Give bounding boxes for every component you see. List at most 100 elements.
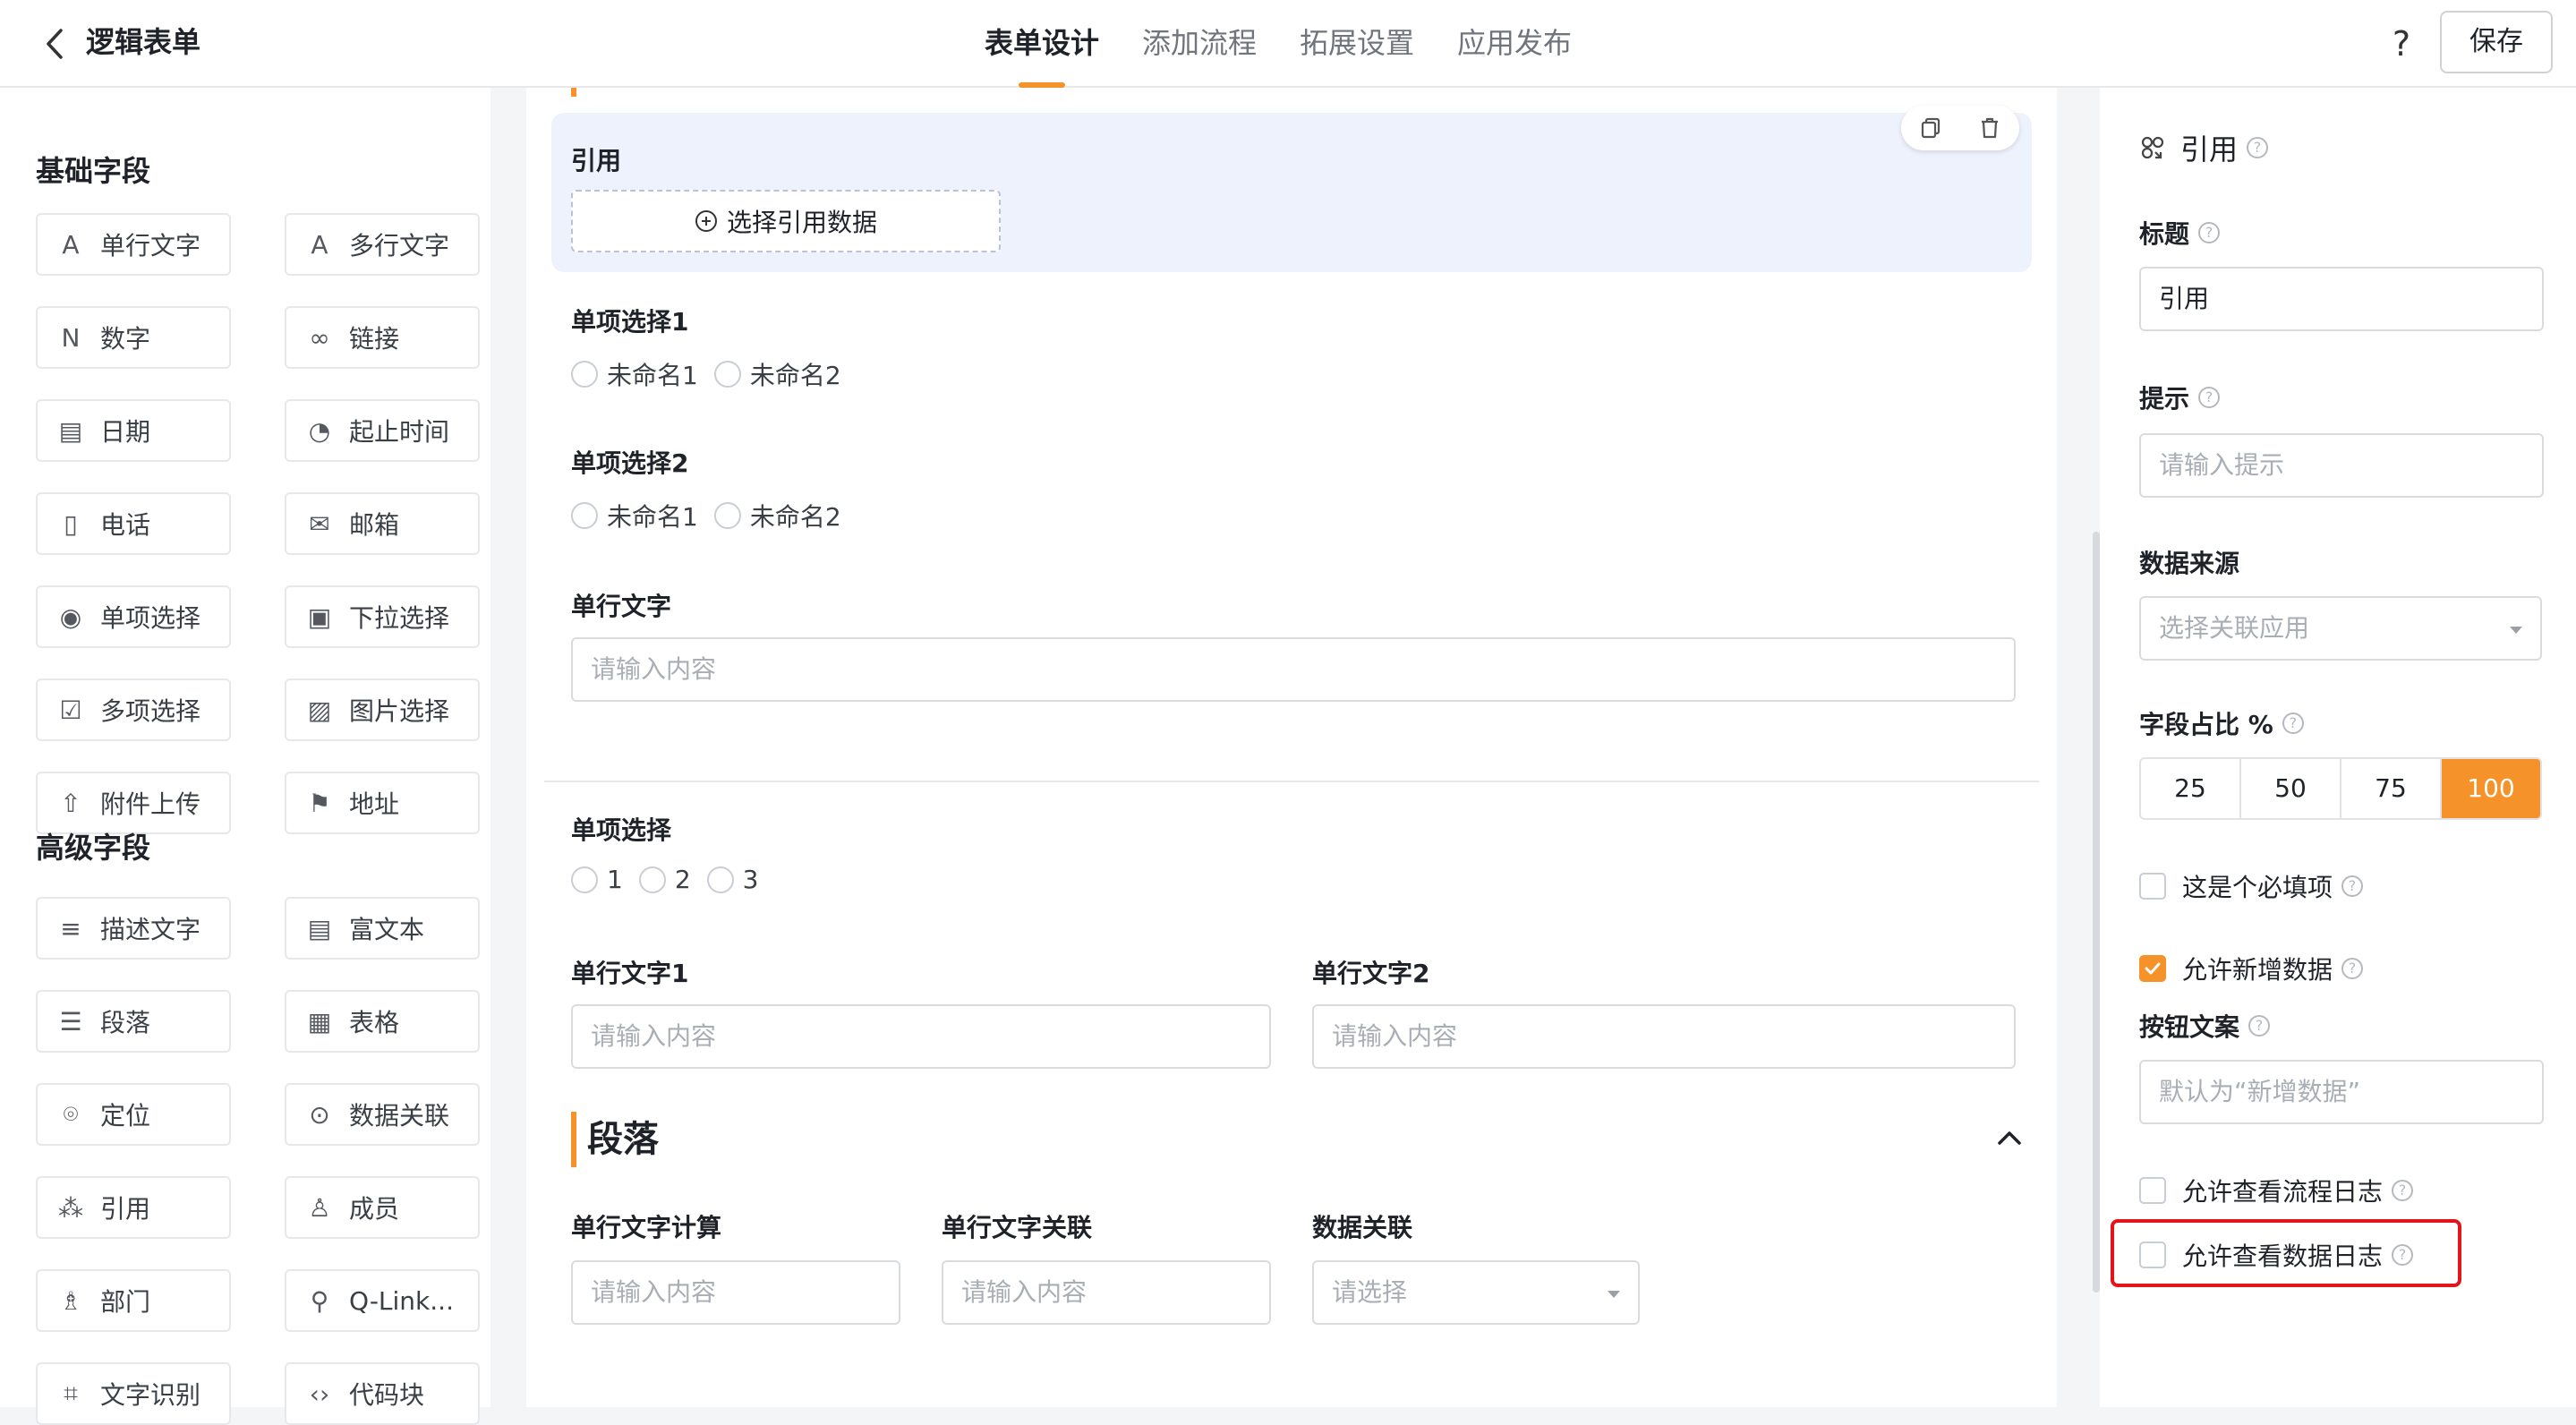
field-button-qlink[interactable]: ⚲ Q-Link... [285,1269,480,1332]
field-button-label: 单行文字 [100,231,201,260]
ratio-segmented-control: 25 50 75 100 [2139,757,2542,820]
radio-button[interactable] [706,866,734,893]
field-button-label: Q-Link... [349,1285,454,1316]
canvas-scrollbar[interactable] [2093,532,2100,1293]
field-button-label: 表格 [349,1008,400,1037]
field-button-time-range[interactable]: ◔ 起止时间 [285,399,480,462]
field-button-text-line[interactable]: A 单行文字 [36,213,231,276]
source-prop-label: 数据来源 [2139,549,2240,578]
ratio-option-75[interactable]: 75 [2341,759,2442,818]
flow-log-checkbox-row[interactable]: 允许查看流程日志 ? [2139,1173,2414,1208]
advanced-fields-title: 高级字段 [36,831,151,865]
ratio-option-100[interactable]: 100 [2442,759,2540,818]
delete-icon[interactable] [1978,116,2001,140]
required-label: 这是个必填项 [2182,873,2333,902]
radio-option-label: 未命名2 [749,361,841,390]
flow-log-checkbox[interactable] [2139,1177,2166,1204]
help-icon[interactable]: ? [2379,21,2424,66]
paragraph-title: 段落 [587,1119,659,1160]
save-button[interactable]: 保存 [2440,11,2553,73]
description-icon: ≡ [60,913,81,943]
field-button-number[interactable]: N 数字 [36,306,231,369]
field-button-department[interactable]: ♗ 部门 [36,1269,231,1332]
field-button-radio[interactable]: ◉ 单项选择 [36,585,231,648]
radio3-group: 1 2 3 [571,865,774,894]
tab-add-flow[interactable]: 添加流程 [1142,0,1257,88]
reference-label: 引用 [571,146,622,175]
tab-extend-settings[interactable]: 拓展设置 [1300,0,1414,88]
assoc-input[interactable]: 请输入内容 [942,1260,1271,1325]
source-select[interactable]: 选择关联应用 [2139,596,2542,661]
text1-input[interactable]: 请输入内容 [571,1004,1271,1069]
tab-publish[interactable]: 应用发布 [1457,0,1572,88]
datalink-select[interactable]: 请选择 [1312,1260,1640,1325]
location-icon: ⌾ [63,1099,79,1129]
tab-form-design[interactable]: 表单设计 [985,0,1099,88]
text1-label: 单行文字1 [571,959,689,988]
flow-log-label: 允许查看流程日志 [2182,1177,2384,1207]
caret-down-icon [1608,1291,1620,1298]
section-marker [571,88,576,97]
radio-button[interactable] [713,502,741,529]
allow-add-checkbox[interactable] [2139,955,2166,982]
field-button-code[interactable]: ‹› 代码块 [285,1362,480,1425]
field-button-table[interactable]: ▦ 表格 [285,990,480,1053]
select-reference-data-button[interactable]: 选择引用数据 [571,190,1001,252]
paragraph-icon: ☰ [59,1006,82,1037]
help-circle-icon: ? [2341,958,2364,979]
radio-button[interactable] [571,866,598,893]
title-input[interactable]: 引用 [2139,267,2544,331]
field-button-link[interactable]: ∞ 链接 [285,306,480,369]
ocr-icon: ⌗ [64,1378,78,1408]
ratio-option-50[interactable]: 50 [2241,759,2341,818]
field-button-label: 引用 [100,1194,151,1224]
field-button-data-link[interactable]: ⊙ 数据关联 [285,1083,480,1146]
field-button-mail[interactable]: ✉ 邮箱 [285,492,480,555]
text2-input[interactable]: 请输入内容 [1312,1004,2016,1069]
member-icon: ♙ [308,1192,331,1223]
ratio-option-25[interactable]: 25 [2141,759,2241,818]
field-button-label: 下拉选择 [349,603,450,633]
field-button-reference[interactable]: ⁂ 引用 [36,1176,231,1239]
text2-label: 单行文字2 [1312,959,1430,988]
radio-button[interactable] [713,361,741,388]
field-button-rich-text[interactable]: ▤ 富文本 [285,897,480,960]
field-button-image[interactable]: ▨ 图片选择 [285,678,480,741]
phone-icon: ▯ [64,508,78,539]
field-button-member[interactable]: ♙ 成员 [285,1176,480,1239]
field-button-label: 文字识别 [100,1380,201,1410]
field-button-calendar[interactable]: ▤ 日期 [36,399,231,462]
text-field-input[interactable]: 请输入内容 [571,637,2016,702]
required-checkbox-row[interactable]: 这是个必填项 ? [2139,868,2364,904]
copy-icon[interactable] [1919,116,1942,140]
field-button-text-multiline[interactable]: A 多行文字 [285,213,480,276]
field-button-label: 定位 [100,1101,151,1131]
back-button[interactable] [32,21,77,66]
calc-input[interactable]: 请输入内容 [571,1260,900,1325]
field-button-address[interactable]: ⚑ 地址 [285,772,480,834]
field-button-paragraph[interactable]: ☰ 段落 [36,990,231,1053]
image-icon: ▨ [307,695,332,725]
allow-add-checkbox-row[interactable]: 允许新增数据 ? [2139,951,2364,986]
radio-button[interactable] [638,866,666,893]
button-text-input[interactable]: 默认为“新增数据” [2139,1060,2544,1124]
checkmark-icon [2145,962,2161,975]
required-checkbox[interactable] [2139,873,2166,900]
highlight-box [2111,1219,2461,1287]
radio1-group: 未命名1 未命名2 [571,356,857,392]
hint-input[interactable]: 请输入提示 [2139,433,2544,498]
chevron-up-icon[interactable] [1994,1122,2025,1153]
field-button-location[interactable]: ⌾ 定位 [36,1083,231,1146]
field-button-ocr[interactable]: ⌗ 文字识别 [36,1362,231,1425]
field-button-checkbox[interactable]: ☑ 多项选择 [36,678,231,741]
text-line-icon: A [62,229,80,260]
text-multiline-icon: A [311,229,328,260]
field-button-description[interactable]: ≡ 描述文字 [36,897,231,960]
field-button-label: 富文本 [349,915,425,944]
field-button-phone[interactable]: ▯ 电话 [36,492,231,555]
radio-button[interactable] [571,502,598,529]
radio-button[interactable] [571,361,598,388]
divider [544,781,2039,782]
qlink-icon: ⚲ [310,1285,329,1316]
field-button-dropdown[interactable]: ▣ 下拉选择 [285,585,480,648]
